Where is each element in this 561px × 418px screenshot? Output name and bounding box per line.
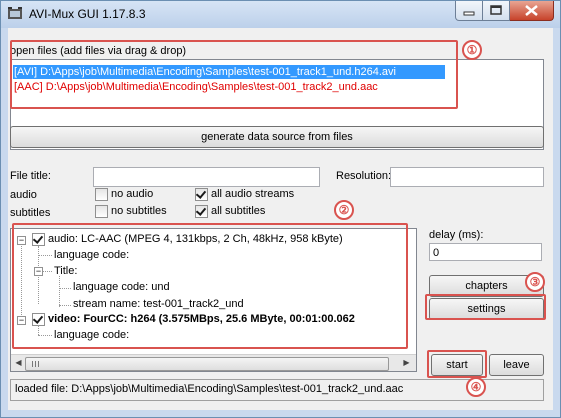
- maximize-icon: [490, 5, 502, 15]
- window-title: AVI-Mux GUI 1.17.8.3: [29, 7, 146, 21]
- scrollbar-thumb[interactable]: [25, 357, 389, 371]
- annotation-box-4: [427, 350, 487, 378]
- audio-label: audio: [10, 189, 37, 201]
- file-title-input[interactable]: [93, 167, 320, 187]
- subtitles-label: subtitles: [10, 207, 51, 219]
- all-subtitles-checkbox[interactable]: [195, 205, 208, 218]
- annotation-box-2: [12, 223, 408, 349]
- annotation-box-1: [10, 40, 458, 109]
- file-title-label: File title:: [10, 170, 51, 182]
- scroll-right-icon[interactable]: ▶: [401, 357, 412, 369]
- all-audio-streams-label: all audio streams: [211, 188, 295, 200]
- horizontal-scrollbar[interactable]: ◀ ▶: [11, 354, 416, 371]
- close-button[interactable]: [510, 1, 554, 21]
- annotation-box-3: [425, 294, 546, 320]
- generate-data-source-button[interactable]: generate data source from files: [10, 126, 544, 148]
- title-bar[interactable]: AVI-Mux GUI 1.17.8.3: [1, 1, 560, 28]
- no-subtitles-label: no subtitles: [111, 205, 167, 217]
- minimize-icon: [463, 11, 475, 16]
- no-audio-checkbox[interactable]: [95, 188, 108, 201]
- minimize-button[interactable]: [455, 1, 483, 21]
- maximize-button[interactable]: [483, 1, 510, 21]
- status-text: loaded file: D:\Apps\job\Multimedia\Enco…: [15, 383, 404, 395]
- no-subtitles-checkbox[interactable]: [95, 205, 108, 218]
- scroll-left-icon[interactable]: ◀: [13, 357, 24, 369]
- status-bar: loaded file: D:\Apps\job\Multimedia\Enco…: [10, 379, 544, 401]
- annotation-number-4: ④: [466, 377, 486, 397]
- annotation-number-3: ③: [525, 272, 545, 292]
- annotation-number-2: ②: [334, 200, 354, 220]
- all-subtitles-label: all subtitles: [211, 205, 266, 217]
- app-icon: [8, 7, 22, 19]
- delay-input[interactable]: 0: [429, 243, 542, 261]
- all-audio-streams-checkbox[interactable]: [195, 188, 208, 201]
- delay-label: delay (ms):: [429, 229, 484, 241]
- delay-value: 0: [433, 247, 440, 259]
- annotation-number-1: ①: [462, 40, 482, 60]
- leave-button[interactable]: leave: [489, 354, 544, 376]
- resolution-label: Resolution:: [336, 170, 392, 182]
- close-icon: [525, 5, 538, 16]
- resolution-input[interactable]: [390, 167, 544, 187]
- no-audio-label: no audio: [111, 188, 154, 200]
